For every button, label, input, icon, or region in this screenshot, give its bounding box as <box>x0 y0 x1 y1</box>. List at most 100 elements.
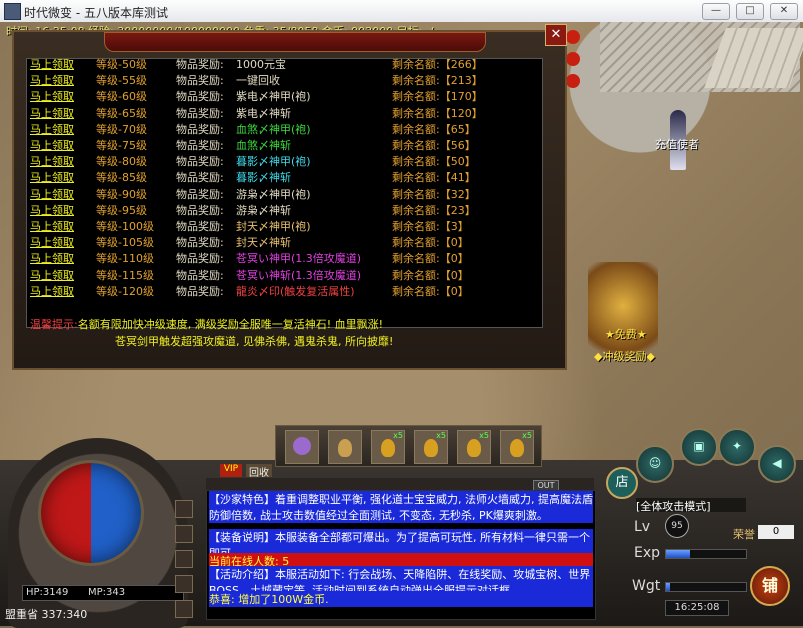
side-icon-group[interactable] <box>175 525 193 543</box>
reward-item: 紫电〆神斩 <box>236 106 291 120</box>
tip-prefix: 温馨提示: <box>30 318 78 331</box>
reward-item: 封天〆神甲(袍) <box>236 220 311 233</box>
reward-label: 物品奖励: <box>176 187 224 201</box>
lantern-icon <box>566 74 580 88</box>
game-clock: 16:25:08 <box>665 600 729 616</box>
level-requirement: 等级-50级 <box>96 58 147 71</box>
claim-link[interactable]: 马上领取 <box>30 267 74 283</box>
hp-mp-orb <box>38 460 144 566</box>
close-window-button[interactable]: ✕ <box>770 3 798 20</box>
map-coordinates: 盟重省 337:340 <box>5 608 88 621</box>
belt-slot[interactable] <box>328 430 362 464</box>
remaining-slots: 剩余名额:【41】 <box>392 171 476 185</box>
side-icon-settings[interactable] <box>175 600 193 618</box>
level-value: 95 <box>665 514 689 538</box>
chat-message: 恭喜: 增加了100W金币. <box>209 591 593 607</box>
remaining-slots: 剩余名额:【65】 <box>392 122 476 136</box>
reward-label: 物品奖励: <box>176 220 224 233</box>
belt-slot[interactable]: x5 <box>500 430 534 464</box>
reward-label: 物品奖励: <box>176 74 224 88</box>
claim-link[interactable]: 马上领取 <box>30 56 74 72</box>
maximize-button[interactable]: □ <box>736 3 764 20</box>
claim-link[interactable]: 马上领取 <box>30 250 74 266</box>
claim-link[interactable]: 马上领取 <box>30 121 74 137</box>
reward-item: 紫电〆神甲(袍) <box>236 90 311 104</box>
side-icon-guild[interactable] <box>175 550 193 568</box>
reward-npc-title: ★免费★ <box>605 328 647 341</box>
claim-link[interactable]: 马上领取 <box>30 283 74 299</box>
level-requirement: 等级-80级 <box>96 155 147 169</box>
reward-item: 游枭〆神甲(袍) <box>236 187 311 201</box>
remaining-slots: 剩余名额:【3】 <box>392 220 469 233</box>
minimize-button[interactable]: — <box>702 3 730 20</box>
reward-item: 苍冥い神甲(1.3倍攻魔道) <box>236 252 362 266</box>
potion-icon <box>510 439 524 457</box>
chat-message: 【沙家特色】着重调整职业平衡, 强化道士宝宝威力, 法师火墙威力, 提高魔法盾防… <box>209 491 593 523</box>
remaining-slots: 剩余名额:【213】 <box>392 74 483 88</box>
reward-item: 封天〆神斩 <box>236 236 291 250</box>
reward-label: 物品奖励: <box>176 58 224 71</box>
remaining-slots: 剩余名额:【0】 <box>392 284 469 298</box>
shop-button[interactable]: 店 <box>606 467 638 499</box>
potion-icon <box>424 439 438 457</box>
tip-text-1: 名额有限加快冲级速度, 满级奖励全服唯一复活神石! 血里飘涨! <box>77 318 384 331</box>
window-title: 时代微变 - 五八版本库测试 <box>24 6 168 20</box>
claim-link[interactable]: 马上领取 <box>30 169 74 185</box>
reward-label: 物品奖励: <box>176 268 224 282</box>
reward-item: 1000元宝 <box>236 58 286 71</box>
claim-link[interactable]: 马上领取 <box>30 153 74 169</box>
reward-npc-subtitle: ◆冲级奖励◆ <box>594 350 655 363</box>
hp-value: HP:3149 <box>26 587 69 598</box>
weight-label: Wgt <box>632 578 661 594</box>
store-button[interactable]: 铺 <box>750 566 790 606</box>
character-button[interactable]: ☺ <box>636 445 674 483</box>
remaining-slots: 剩余名额:【0】 <box>392 252 469 266</box>
level-requirement: 等级-115级 <box>96 268 154 282</box>
reward-item: 一键回收 <box>236 74 280 88</box>
bag-button[interactable]: ▣ <box>680 428 718 466</box>
level-requirement: 等级-120级 <box>96 284 154 298</box>
reward-label: 物品奖励: <box>176 106 224 120</box>
reward-item: 血煞〆神斩 <box>236 139 291 152</box>
window-titlebar: 时代微变 - 五八版本库测试 — □ ✕ <box>0 0 803 23</box>
belt-slot[interactable]: x5 <box>371 430 405 464</box>
side-icon-friends[interactable] <box>175 575 193 593</box>
reward-label: 物品奖励: <box>176 236 224 250</box>
recycle-tab[interactable]: 回收 <box>246 464 272 479</box>
reward-item: 暮影〆神甲(袍) <box>236 155 311 169</box>
skill-button[interactable]: ✦ <box>718 428 756 466</box>
sound-button[interactable]: ◀ <box>758 445 796 483</box>
remaining-slots: 剩余名额:【32】 <box>392 187 476 201</box>
level-requirement: 等级-65级 <box>96 106 147 120</box>
claim-link[interactable]: 马上领取 <box>30 88 74 104</box>
close-panel-button[interactable]: ✕ <box>545 24 567 46</box>
claim-link[interactable]: 马上领取 <box>30 137 74 153</box>
tip-line-2: 苍冥剑甲触发超强攻魔道, 见佛杀佛, 遇鬼杀鬼, 所向披靡! <box>115 335 394 348</box>
level-requirement: 等级-100级 <box>96 220 154 233</box>
vip-tab[interactable]: VIP <box>220 464 242 477</box>
belt-slot[interactable]: x5 <box>457 430 491 464</box>
claim-link[interactable]: 马上领取 <box>30 202 74 218</box>
side-icon-bag[interactable] <box>175 500 193 518</box>
app-icon <box>4 3 21 20</box>
claim-link[interactable]: 马上领取 <box>30 234 74 250</box>
level-requirement: 等级-55级 <box>96 74 147 88</box>
belt-slot[interactable]: x5 <box>414 430 448 464</box>
reward-label: 物品奖励: <box>176 284 224 298</box>
exp-bar <box>665 549 747 559</box>
attack-mode[interactable]: [全体攻击模式] <box>636 498 746 513</box>
level-requirement: 等级-70级 <box>96 122 147 136</box>
belt-slot[interactable] <box>285 430 319 464</box>
reward-label: 物品奖励: <box>176 90 224 104</box>
claim-link[interactable]: 马上领取 <box>30 218 74 234</box>
reward-item: 游枭〆神斩 <box>236 203 291 217</box>
claim-link[interactable]: 马上领取 <box>30 72 74 88</box>
reward-label: 物品奖励: <box>176 171 224 185</box>
reward-item: 暮影〆神斩 <box>236 171 291 185</box>
reward-item: 龍炎〆印(触发复活属性) <box>236 284 355 298</box>
level-requirement: 等级-75级 <box>96 139 147 152</box>
remaining-slots: 剩余名额:【266】 <box>392 58 483 71</box>
claim-link[interactable]: 马上领取 <box>30 105 74 121</box>
claim-link[interactable]: 马上领取 <box>30 186 74 202</box>
chat-window[interactable]: 【沙家特色】着重调整职业平衡, 强化道士宝宝威力, 法师火墙威力, 提高魔法盾防… <box>206 490 596 620</box>
